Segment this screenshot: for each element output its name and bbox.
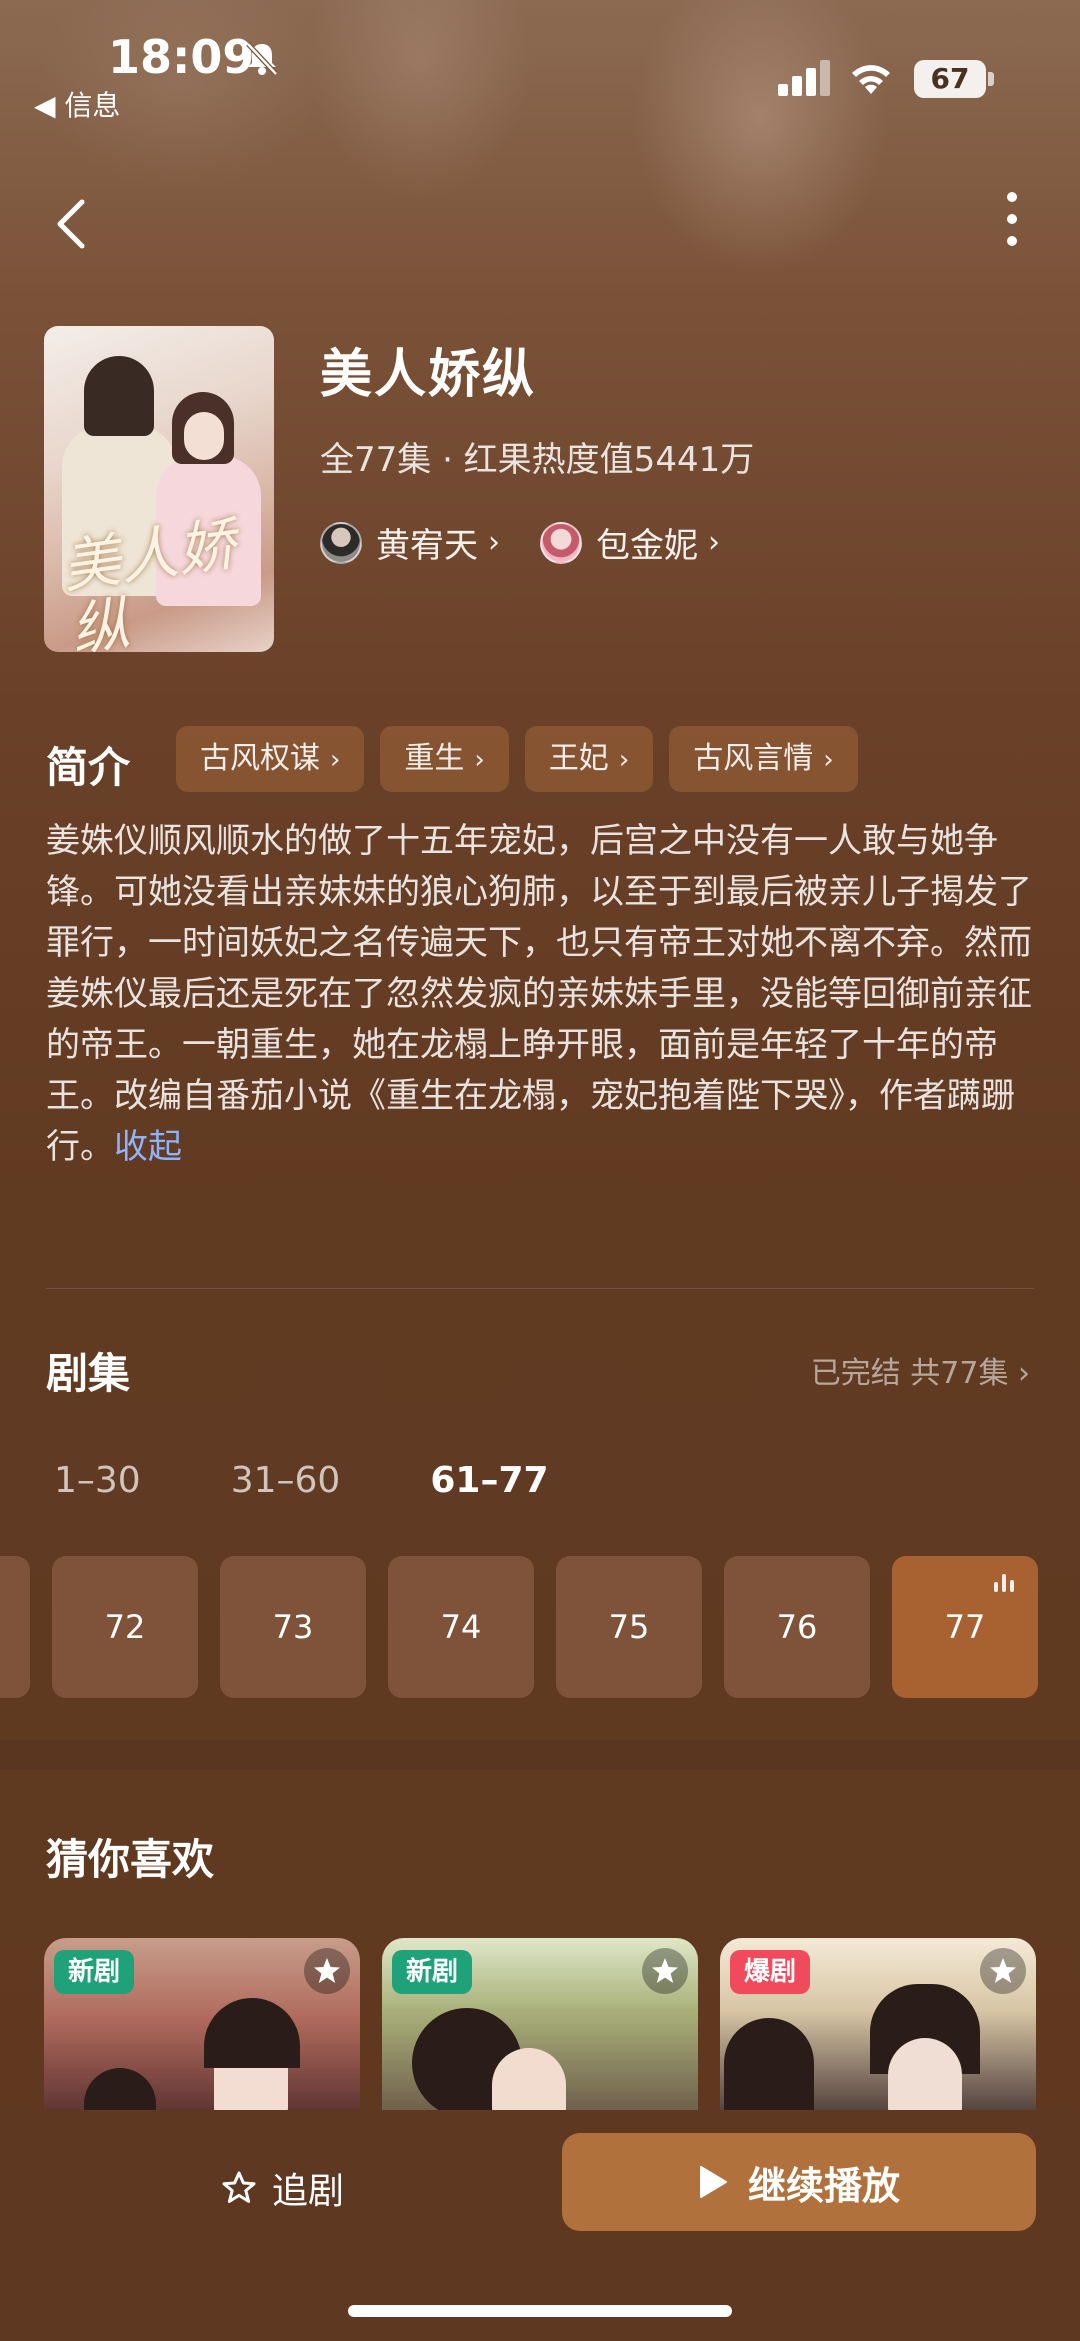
now-playing-icon [994,1572,1020,1592]
follow-label: 追剧 [272,2171,345,2212]
episode-button[interactable]: 74 [388,1556,534,1698]
genre-tag[interactable]: 重生 › [380,726,509,792]
genre-tags: 古风权谋 › 重生 › 王妃 › 古风言情 › [176,726,874,792]
genre-tag[interactable]: 古风言情 › [669,726,858,792]
back-chevron-icon[interactable] [48,196,98,252]
home-indicator[interactable] [348,2305,732,2317]
description-text: 姜姝仪顺风顺水的做了十五年宠妃，后宫之中没有一人敢与她争锋。可她没看出亲妹妹的狼… [46,821,1032,1167]
follow-button[interactable]: 追剧 [220,2162,344,2214]
recommendations-heading: 猜你喜欢 [46,1835,215,1884]
back-to-app-link[interactable]: ◀ 信息 [34,84,120,124]
battery-indicator: 67 [914,60,986,98]
star-outline-icon [222,2171,256,2203]
poster-title-calligraphy: 美人娇纵 [57,509,240,652]
play-icon [699,2166,727,2198]
chevron-right-icon: › [488,525,500,560]
drama-detail-page: 18:09 ◀ 信息 67 美人娇纵 美人娇纵 全77集 · 红果热度值5441… [0,0,1080,2341]
range-tab[interactable]: 31–60 [231,1460,341,1501]
play-label: 继续播放 [747,2163,900,2208]
star-favorite-icon[interactable] [980,1948,1026,1994]
drama-poster[interactable]: 美人娇纵 [44,326,274,652]
genre-tag[interactable]: 王妃 › [524,726,654,792]
drama-title: 美人娇纵 [320,345,537,405]
mute-bell-icon [246,42,278,76]
more-options-icon[interactable] [998,192,1026,252]
wifi-icon [852,65,890,94]
recommendation-card[interactable]: 新剧 [44,1938,360,2118]
recommendation-card[interactable]: 爆剧 [720,1938,1036,2118]
intro-heading: 简介 [46,743,131,792]
section-divider [46,1288,1034,1289]
chevron-right-icon: › [823,745,834,775]
episode-button-partial[interactable] [0,1556,30,1698]
episodes-status-link[interactable]: 已完结 共77集 › [811,1348,1030,1392]
episode-button-current[interactable]: 77 [892,1556,1038,1698]
actor-list: 黄宥天 › 包金妮 › [320,518,760,567]
episode-button[interactable]: 73 [220,1556,366,1698]
recommendation-card[interactable]: 新剧 [382,1938,698,2118]
range-tab[interactable]: 1–30 [54,1460,141,1501]
new-badge: 新剧 [392,1950,473,1994]
cellular-signal-icon [778,58,832,96]
continue-play-button[interactable]: 继续播放 [562,2133,1036,2231]
star-favorite-icon[interactable] [642,1948,688,1994]
chevron-right-icon: › [708,525,720,560]
status-time: 18:09 [108,30,255,84]
actor-name: 包金妮 [596,526,698,566]
genre-tag[interactable]: 古风权谋 › [176,726,365,792]
episode-number: 77 [944,1608,986,1646]
range-tab-active[interactable]: 61–77 [430,1460,548,1501]
episode-grid: 72 73 74 75 76 77 [0,1556,1080,1698]
actor-avatar [540,521,582,564]
actor-link[interactable]: 黄宥天 › [320,518,500,567]
hot-badge: 爆剧 [730,1950,811,1994]
chevron-right-icon: › [474,745,485,775]
episode-button[interactable]: 76 [724,1556,870,1698]
episodes-heading: 剧集 [46,1349,131,1398]
episode-button[interactable]: 75 [556,1556,702,1698]
section-separator-band [0,1740,1080,1770]
actor-link[interactable]: 包金妮 › [540,518,720,567]
actor-avatar [320,521,362,564]
chevron-right-icon: › [1018,1356,1030,1391]
battery-cap [988,72,994,86]
chevron-right-icon: › [330,745,341,775]
episode-button[interactable]: 72 [52,1556,198,1698]
collapse-link[interactable]: 收起 [114,1127,182,1167]
episode-range-tabs: 1–30 31–60 61–77 [54,1460,639,1501]
chevron-right-icon: › [618,745,630,775]
drama-meta: 全77集 · 红果热度值5441万 [320,440,755,480]
drama-description: 姜姝仪顺风顺水的做了十五年宠妃，后宫之中没有一人敢与她争锋。可她没看出亲妹妹的狼… [46,816,1042,1173]
actor-name: 黄宥天 [376,526,478,566]
new-badge: 新剧 [54,1950,135,1994]
star-favorite-icon[interactable] [304,1948,350,1994]
